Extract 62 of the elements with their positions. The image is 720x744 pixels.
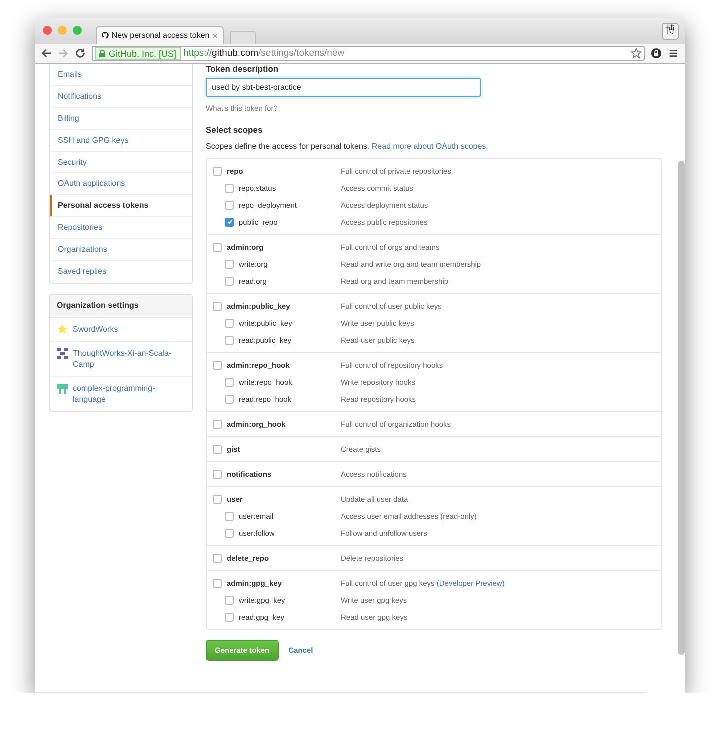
lock-icon[interactable]	[651, 48, 662, 59]
checkbox[interactable]	[225, 512, 234, 520]
checkbox[interactable]	[225, 378, 234, 386]
checkbox[interactable]	[213, 360, 222, 370]
field-label: Token description	[206, 64, 280, 75]
sidebar-item[interactable]: Emails	[50, 64, 192, 86]
sidebar-item[interactable]: Security	[50, 152, 192, 174]
browser-tab[interactable]: New personal access token ×	[96, 26, 224, 44]
tab-close-button[interactable]: ×	[212, 30, 218, 40]
checkbox[interactable]	[213, 242, 222, 252]
checkbox[interactable]	[225, 218, 234, 226]
checkbox[interactable]	[225, 318, 234, 328]
reload-icon[interactable]	[75, 48, 86, 59]
token-description-field[interactable]: used by sbt-best-practice	[206, 78, 481, 97]
checkbox[interactable]	[225, 200, 234, 210]
checkbox[interactable]	[213, 470, 222, 478]
cat-logo-icon	[102, 31, 109, 40]
checkbox[interactable]	[225, 276, 234, 286]
back-icon[interactable]	[41, 48, 52, 59]
checkbox[interactable]	[213, 494, 222, 504]
checkbox[interactable]	[213, 578, 222, 588]
star-icon[interactable]	[631, 48, 642, 59]
security-badge[interactable]: GitHub, Inc. [US]	[95, 47, 181, 60]
sidebar-item[interactable]: Organizations	[50, 239, 192, 262]
sidebar-item[interactable]: SSH and GPG keys	[50, 130, 192, 152]
sidebar-item[interactable]: Billing	[50, 108, 192, 130]
security-label: GitHub, Inc. [US]	[109, 48, 177, 58]
sidebar-item[interactable]: OAuth applications	[50, 173, 192, 196]
lock-icon	[99, 50, 106, 58]
minimize-icon[interactable]	[58, 26, 67, 34]
url-text: https://github.com/settings/tokens/new	[184, 48, 345, 59]
checkbox[interactable]	[213, 554, 222, 562]
tab-title: New personal access token	[112, 31, 210, 40]
section-title: Organization settings	[50, 294, 192, 318]
menu-icon[interactable]	[668, 48, 679, 59]
sidebar-item[interactable]: Repositories	[50, 217, 192, 240]
scopes-description: Scopes define the access for personal tokens. Read more about OAuth scopes.	[206, 142, 490, 151]
checkbox[interactable]	[225, 612, 234, 622]
address-bar[interactable]: GitHub, Inc. [US] https://github.com/settings/tokens/new	[92, 46, 645, 61]
sidebar-item[interactable]: Personal access tokens	[50, 195, 192, 218]
checkbox[interactable]	[213, 302, 222, 310]
checkbox[interactable]	[213, 444, 222, 454]
checkbox[interactable]	[225, 184, 234, 192]
maximize-icon[interactable]	[73, 26, 82, 34]
organization-link[interactable]: ThoughtWorks-Xi-an-Scala-Camp	[73, 348, 173, 370]
checkbox[interactable]	[225, 596, 234, 604]
checkbox[interactable]	[213, 420, 222, 428]
section-heading: Select scopes	[206, 125, 264, 135]
new-tab-button[interactable]	[230, 31, 256, 44]
organization-link[interactable]: SwordWorks	[73, 324, 173, 335]
profile-button[interactable]: 博	[662, 22, 679, 40]
scrollbar[interactable]	[678, 161, 685, 655]
checkbox[interactable]	[225, 260, 234, 268]
organization-link[interactable]: complex-programming-language	[73, 382, 173, 405]
sidebar-item[interactable]: Saved replies	[50, 261, 192, 283]
checkbox[interactable]	[225, 528, 234, 538]
sidebar-item[interactable]: Notifications	[50, 86, 192, 108]
oauth-scopes-link[interactable]: Read more about OAuth scopes.	[372, 142, 488, 151]
close-icon[interactable]	[43, 26, 52, 34]
checkbox[interactable]	[225, 394, 234, 404]
checkbox[interactable]	[213, 166, 222, 176]
checkbox[interactable]	[225, 336, 234, 344]
